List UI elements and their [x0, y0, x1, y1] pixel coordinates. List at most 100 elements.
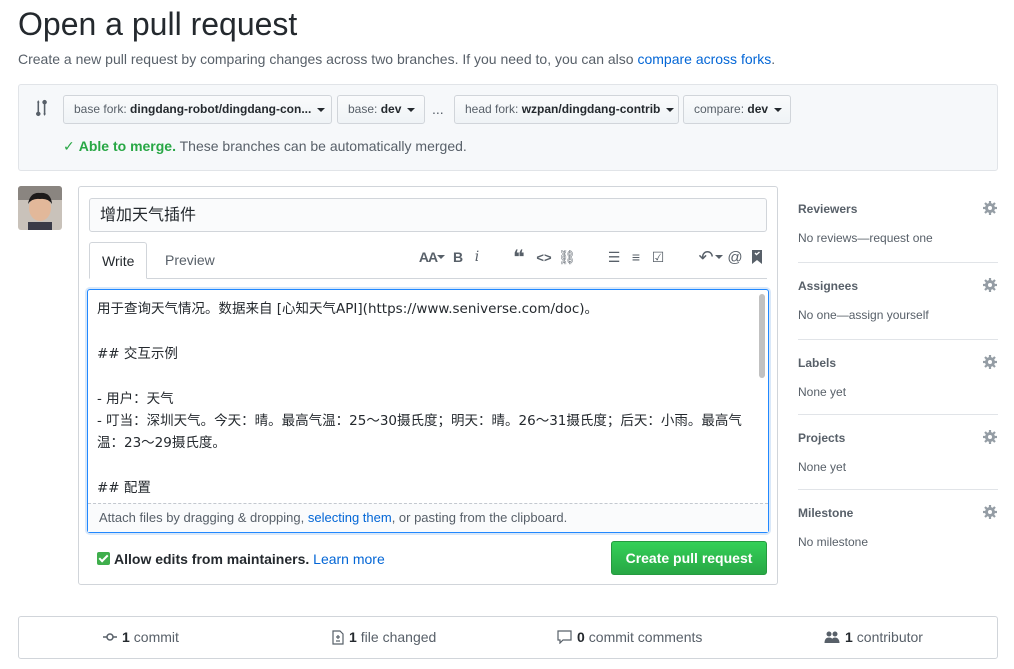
create-pull-request-button[interactable]: Create pull request	[611, 541, 767, 575]
summary-files[interactable]: 1 file changed	[332, 629, 436, 645]
scrollbar-thumb[interactable]	[759, 294, 765, 378]
branch-range-editor: base fork: dingdang-robot/dingdang-con..…	[18, 84, 998, 171]
unordered-list-icon[interactable]: ☰	[605, 247, 623, 267]
sidebar-divider	[798, 414, 998, 415]
milestone-value: No milestone	[798, 535, 869, 549]
ordered-list-icon[interactable]: ≡	[627, 247, 645, 267]
range-ellipsis: ...	[432, 101, 444, 117]
file-attach-bar[interactable]: Attach files by dragging & dropping, sel…	[88, 503, 768, 532]
commit-icon	[103, 633, 117, 641]
commits-label: commit	[133, 629, 179, 645]
chevron-down-icon[interactable]	[437, 247, 445, 267]
bookmark-icon[interactable]	[749, 247, 765, 267]
pr-summary-bar: 1 commit 1 file changed 0 commit comments 1…	[18, 616, 998, 659]
pr-body-textarea[interactable]: 用于查询天气情况。数据来自 [心知天气API](https://www.seni…	[87, 289, 769, 533]
page-subtitle: Create a new pull request by comparing c…	[18, 51, 775, 67]
tab-preview[interactable]: Preview	[153, 242, 227, 279]
tab-write[interactable]: Write	[89, 242, 148, 279]
assignees-value: No one—assign yourself	[798, 308, 929, 322]
base-branch-label: base:	[348, 102, 378, 116]
allow-edits-label[interactable]: Allow edits from maintainers.	[114, 551, 309, 567]
base-branch-select[interactable]: base: dev	[337, 95, 425, 124]
sidebar-reviewers: Reviewers No reviews—request one	[798, 200, 998, 245]
base-fork-value: dingdang-robot/dingdang-con...	[130, 102, 312, 116]
sidebar-divider	[798, 339, 998, 340]
head-fork-value: wzpan/dingdang-contrib	[521, 102, 661, 116]
summary-contributors[interactable]: 1 contributor	[824, 629, 923, 645]
allow-edits-checkbox[interactable]	[97, 552, 110, 565]
gear-icon[interactable]	[982, 504, 998, 520]
summary-comments[interactable]: 0 commit comments	[557, 629, 702, 645]
pr-compose-form: 增加天气插件 Write Preview AA B i ❝ <> ⛓ ☰ ≡ ☑…	[78, 186, 778, 585]
sidebar-assignees: Assignees No one—assign yourself	[798, 277, 998, 322]
editor-scrollbar[interactable]	[758, 292, 767, 498]
subtitle-end: .	[771, 51, 776, 67]
files-label: file changed	[360, 629, 437, 645]
comment-icon	[557, 630, 572, 644]
head-fork-select[interactable]: head fork: wzpan/dingdang-contrib	[454, 95, 679, 124]
check-icon: ✓	[63, 138, 75, 154]
compare-branch-select[interactable]: compare: dev	[683, 95, 791, 124]
merge-status: ✓ Able to merge. These branches can be au…	[63, 138, 467, 155]
base-fork-label: base fork:	[74, 102, 127, 116]
gear-icon[interactable]	[982, 277, 998, 293]
select-files-link[interactable]: selecting them	[308, 510, 392, 525]
mention-icon[interactable]: @	[726, 247, 744, 267]
reviewers-value: No reviews—request one	[798, 231, 933, 245]
compare-across-forks-link[interactable]: compare across forks	[637, 51, 771, 67]
sidebar-milestone: Milestone No milestone	[798, 504, 998, 549]
comments-label: commit comments	[588, 629, 703, 645]
head-fork-label: head fork:	[465, 102, 519, 116]
chevron-down-icon	[317, 107, 326, 112]
italic-icon[interactable]: i	[471, 247, 483, 267]
compare-branch-value: dev	[747, 102, 769, 116]
sidebar-labels: Labels None yet	[798, 354, 998, 399]
chevron-down-icon	[407, 107, 416, 112]
quote-icon[interactable]: ❝	[509, 247, 529, 269]
gear-icon[interactable]	[982, 429, 998, 445]
contrib-count: 1	[845, 629, 853, 645]
base-branch-value: dev	[380, 102, 402, 116]
code-icon[interactable]: <>	[534, 247, 554, 267]
gear-icon[interactable]	[982, 354, 998, 370]
subtitle-text: Create a new pull request by comparing c…	[18, 51, 638, 67]
attach-text-post: , or pasting from the clipboard.	[391, 510, 568, 525]
sidebar-divider	[798, 262, 998, 263]
milestone-heading[interactable]: Milestone	[798, 506, 998, 520]
sidebar-projects: Projects None yet	[798, 429, 998, 474]
avatar-image	[18, 186, 62, 230]
compare-icon	[36, 99, 47, 117]
labels-value: None yet	[798, 385, 847, 399]
chevron-down-icon	[666, 107, 675, 112]
chevron-down-icon[interactable]	[715, 247, 723, 267]
reply-icon[interactable]: ↶	[695, 247, 717, 267]
link-icon[interactable]: ⛓	[557, 247, 577, 267]
learn-more-link[interactable]: Learn more	[313, 551, 385, 567]
task-list-icon[interactable]: ☑	[648, 247, 668, 267]
bold-icon[interactable]: B	[451, 247, 465, 267]
merge-ok-label: Able to merge.	[78, 138, 176, 154]
pr-title-input[interactable]: 增加天气插件	[89, 198, 767, 232]
labels-heading[interactable]: Labels	[798, 356, 998, 370]
reviewers-heading[interactable]: Reviewers	[798, 202, 998, 216]
pr-body-text[interactable]: 用于查询天气情况。数据来自 [心知天气API](https://www.seni…	[97, 298, 747, 498]
comments-count: 0	[577, 629, 585, 645]
attach-text-pre: Attach files by dragging & dropping,	[99, 510, 308, 525]
merge-status-text: These branches can be automatically merg…	[175, 138, 467, 154]
file-diff-icon	[332, 629, 344, 645]
assignees-heading[interactable]: Assignees	[798, 279, 998, 293]
tab-divider	[89, 278, 767, 279]
base-fork-select[interactable]: base fork: dingdang-robot/dingdang-con..…	[63, 95, 332, 124]
projects-value: None yet	[798, 460, 847, 474]
avatar[interactable]	[18, 186, 62, 230]
sidebar-divider	[798, 489, 998, 490]
files-count: 1	[349, 629, 357, 645]
people-icon	[824, 631, 840, 643]
summary-commits[interactable]: 1 commit	[103, 629, 179, 645]
page-title: Open a pull request	[18, 6, 298, 42]
contrib-label: contributor	[856, 629, 923, 645]
projects-heading[interactable]: Projects	[798, 431, 998, 445]
header-text-icon[interactable]: AA	[417, 247, 439, 267]
gear-icon[interactable]	[982, 200, 998, 216]
chevron-down-icon	[774, 107, 783, 112]
